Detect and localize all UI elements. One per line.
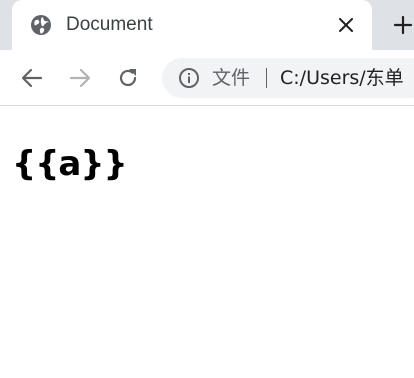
back-button[interactable] xyxy=(16,62,48,94)
tab-document[interactable]: Document xyxy=(12,0,372,50)
forward-button[interactable] xyxy=(64,62,96,94)
toolbar: 文件 C:/Users/东单 xyxy=(0,50,414,106)
close-icon[interactable] xyxy=(334,13,358,37)
page-heading: {{a}} xyxy=(12,144,128,184)
reload-button[interactable] xyxy=(112,62,144,94)
arrow-left-icon xyxy=(21,68,43,88)
browser-window: Document 文件 C:/Users/东单 {{a}} xyxy=(0,0,414,378)
new-tab-button[interactable] xyxy=(390,12,414,38)
tab-title: Document xyxy=(66,14,153,35)
plus-icon xyxy=(393,15,413,35)
page-viewport: {{a}} xyxy=(0,106,414,378)
tab-strip: Document xyxy=(0,0,414,50)
globe-icon xyxy=(30,14,52,36)
reload-icon xyxy=(119,69,137,87)
file-scheme-label[interactable]: 文件 xyxy=(212,66,250,90)
arrow-right-icon xyxy=(69,68,91,88)
url-text[interactable]: C:/Users/东单 xyxy=(280,66,404,90)
info-icon[interactable] xyxy=(178,67,200,89)
divider xyxy=(266,68,267,88)
address-bar[interactable]: 文件 C:/Users/东单 xyxy=(162,58,414,98)
